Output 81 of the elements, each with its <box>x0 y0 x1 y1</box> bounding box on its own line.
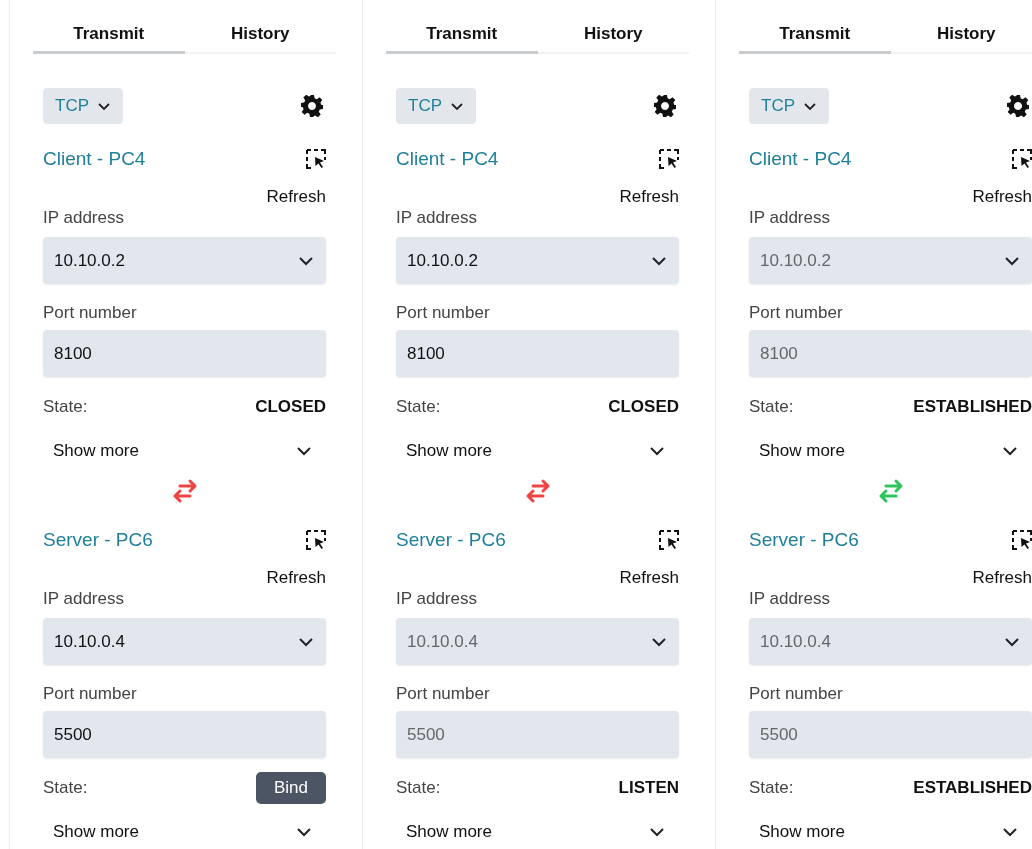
chevron-down-icon <box>1004 636 1020 647</box>
state-value: LISTEN <box>618 778 679 798</box>
settings-icon[interactable] <box>300 94 324 118</box>
chevron-down-icon <box>649 827 665 837</box>
chevron-down-icon <box>649 446 665 456</box>
field-label: Port number <box>749 683 844 705</box>
tab[interactable]: Transmit <box>33 16 185 54</box>
field-label: Port number <box>749 302 844 324</box>
endpoint-title: Server - PC6 <box>749 529 859 551</box>
chevron-down-icon <box>1004 255 1020 266</box>
chevron-down-icon <box>1002 446 1018 456</box>
state-label: State: <box>43 778 88 798</box>
field-label: IP address <box>396 207 478 229</box>
select-cursor-icon[interactable] <box>306 149 326 169</box>
refresh-link[interactable]: Refresh <box>266 568 326 588</box>
endpoint-title: Client - PC4 <box>396 148 499 170</box>
protocol-dropdown[interactable]: TCP <box>749 88 829 124</box>
field-label: IP address <box>749 207 831 229</box>
tab[interactable]: Transmit <box>386 16 538 54</box>
ip-address-select[interactable]: 10.10.0.2 <box>43 237 326 284</box>
show-more-toggle[interactable]: Show more <box>406 441 492 461</box>
select-cursor-icon[interactable] <box>306 530 326 550</box>
field-label: Port number <box>43 683 138 705</box>
field-label: IP address <box>749 588 831 610</box>
state-value: CLOSED <box>608 397 679 417</box>
chevron-down-icon <box>1002 827 1018 837</box>
chevron-down-icon <box>298 255 314 266</box>
field-label: Port number <box>396 302 491 324</box>
settings-icon[interactable] <box>1006 94 1030 118</box>
chevron-down-icon <box>803 101 817 111</box>
select-cursor-icon[interactable] <box>659 149 679 169</box>
endpoint-title: Server - PC6 <box>43 529 153 551</box>
show-more-toggle[interactable]: Show more <box>406 822 492 842</box>
tab[interactable]: History <box>184 16 336 54</box>
endpoint-title: Server - PC6 <box>396 529 506 551</box>
chevron-down-icon <box>298 636 314 647</box>
chevron-down-icon <box>97 101 111 111</box>
ip-address-select[interactable]: 10.10.0.2 <box>396 237 679 284</box>
refresh-link[interactable]: Refresh <box>972 187 1032 207</box>
refresh-link[interactable]: Refresh <box>266 187 326 207</box>
chevron-down-icon <box>296 827 312 837</box>
show-more-toggle[interactable]: Show more <box>53 822 139 842</box>
port-number-field[interactable]: 8100 <box>396 330 679 377</box>
state-value: ESTABLISHED <box>913 397 1032 417</box>
chevron-down-icon <box>651 255 667 266</box>
tab[interactable]: History <box>537 16 689 54</box>
settings-icon[interactable] <box>653 94 677 118</box>
state-value: ESTABLISHED <box>913 778 1032 798</box>
state-label: State: <box>749 397 794 417</box>
endpoint-title: Client - PC4 <box>749 148 852 170</box>
state-value: CLOSED <box>255 397 326 417</box>
select-cursor-icon[interactable] <box>659 530 679 550</box>
tab[interactable]: Transmit <box>739 16 891 54</box>
show-more-toggle[interactable]: Show more <box>759 441 845 461</box>
chevron-down-icon <box>450 101 464 111</box>
protocol-dropdown[interactable]: TCP <box>43 88 123 124</box>
chevron-down-icon <box>651 636 667 647</box>
refresh-link[interactable]: Refresh <box>619 187 679 207</box>
ip-address-select[interactable]: 10.10.0.4 <box>43 618 326 665</box>
state-label: State: <box>396 397 441 417</box>
protocol-dropdown[interactable]: TCP <box>396 88 476 124</box>
refresh-link[interactable]: Refresh <box>619 568 679 588</box>
state-label: State: <box>749 778 794 798</box>
select-cursor-icon[interactable] <box>1012 530 1032 550</box>
field-label: IP address <box>43 207 125 229</box>
field-label: Port number <box>396 683 491 705</box>
refresh-link[interactable]: Refresh <box>972 568 1032 588</box>
chevron-down-icon <box>296 446 312 456</box>
field-label: IP address <box>396 588 478 610</box>
bind-button[interactable]: Bind <box>255 772 326 804</box>
port-number-field[interactable]: 5500 <box>43 711 326 758</box>
state-label: State: <box>43 397 88 417</box>
port-number-field[interactable]: 8100 <box>43 330 326 377</box>
field-label: Port number <box>43 302 138 324</box>
state-label: State: <box>396 778 441 798</box>
tab[interactable]: History <box>890 16 1032 54</box>
select-cursor-icon[interactable] <box>1012 149 1032 169</box>
field-label: IP address <box>43 588 125 610</box>
show-more-toggle[interactable]: Show more <box>759 822 845 842</box>
show-more-toggle[interactable]: Show more <box>53 441 139 461</box>
endpoint-title: Client - PC4 <box>43 148 146 170</box>
